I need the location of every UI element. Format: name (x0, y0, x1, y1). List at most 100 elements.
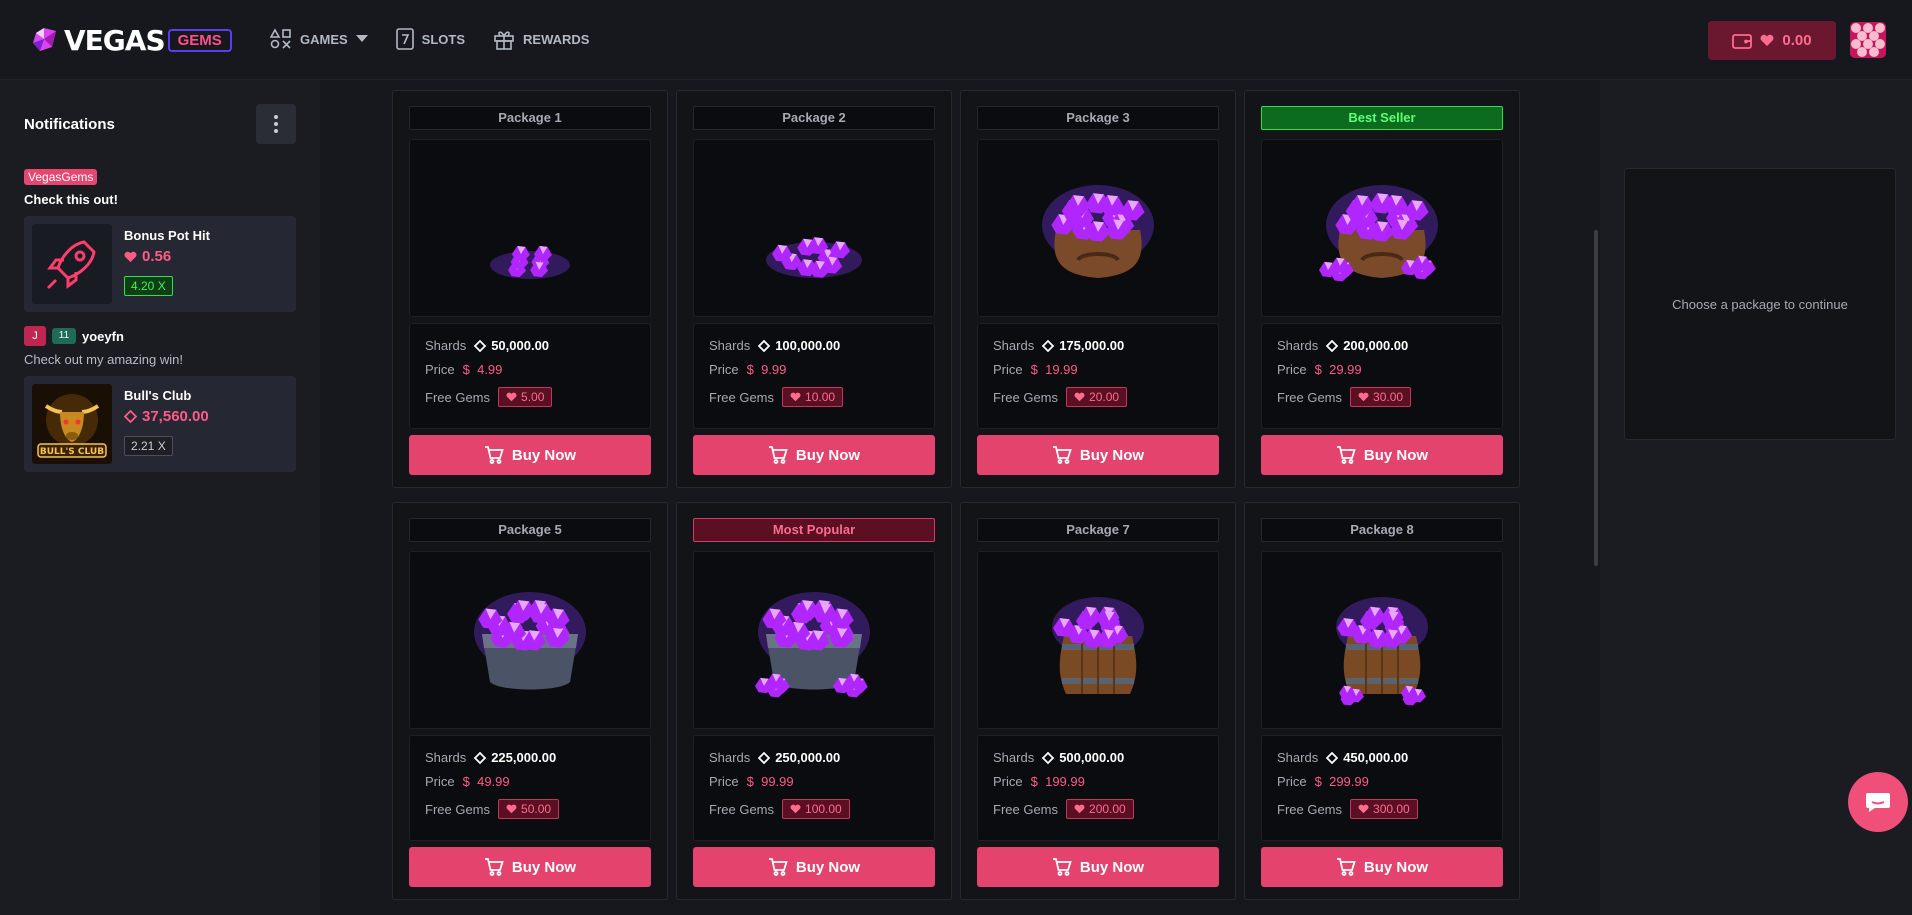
notification-card-bulls-club[interactable]: BULL'S CLUB Bull's Club 37,560.00 2.21 X (24, 376, 296, 472)
package-card[interactable]: Package 3 Shards 175,000.00 Price $ 19.9… (960, 90, 1236, 488)
live-chat-button[interactable] (1848, 772, 1908, 832)
shard-diamond-icon (758, 751, 771, 764)
free-gems-label: Free Gems (709, 389, 775, 405)
price-value: $ 29.99 (1315, 362, 1362, 377)
price-label: Price (1277, 774, 1307, 789)
free-gems-amount: 300.00 (1373, 802, 1410, 816)
package-card[interactable]: Package 7 Shards 500,000.00 Price $ 199.… (960, 502, 1236, 900)
package-card[interactable]: Best Seller Shards 200,000.00 Price $ 29… (1244, 90, 1520, 488)
wallet-icon (1732, 33, 1753, 49)
shards-amount: 200,000.00 (1343, 338, 1409, 353)
buy-now-label: Buy Now (795, 858, 861, 876)
main-nav: GAMES SLOTS REWARDS (270, 28, 589, 50)
user-avatar[interactable] (1850, 22, 1886, 58)
nav-rewards-label: REWARDS (523, 31, 590, 47)
price-amount: 4.99 (477, 362, 503, 377)
currency-symbol: $ (462, 362, 470, 377)
free-gems-row: Free Gems 300.00 (1277, 799, 1418, 819)
buy-now-button[interactable]: Buy Now (693, 435, 935, 475)
nav-rewards[interactable]: REWARDS (493, 28, 589, 50)
buy-now-button[interactable]: Buy Now (409, 435, 651, 475)
package-art (693, 551, 935, 729)
heart-gem-icon (124, 251, 137, 262)
vegas-gems-logo[interactable]: VEGAS GEMS (30, 22, 232, 58)
package-card[interactable]: Package 5 Shards 225,000.00 Price $ 49.9… (392, 502, 668, 900)
buy-now-label: Buy Now (1363, 446, 1429, 464)
shards-value: 250,000.00 (758, 750, 840, 765)
price-row: Price $ 9.99 (709, 362, 786, 377)
shards-amount: 225,000.00 (491, 750, 557, 765)
notification-game-title: Bonus Pot Hit (124, 228, 210, 243)
shards-value: 50,000.00 (474, 338, 549, 353)
wallet-balance: 0.00 (1782, 32, 1812, 49)
package-card[interactable]: Most Popular Shards 250,000.00 Price $ 9… (676, 502, 952, 900)
buy-now-label: Buy Now (1079, 446, 1145, 464)
buy-now-button[interactable]: Buy Now (1261, 435, 1503, 475)
free-gems-amount: 5.00 (521, 390, 545, 404)
price-row: Price $ 99.99 (709, 774, 794, 789)
price-value: $ 299.99 (1315, 774, 1369, 789)
shard-diamond-icon (1326, 339, 1339, 352)
nav-games[interactable]: GAMES (270, 28, 368, 50)
shards-row: Shards 175,000.00 (993, 338, 1124, 353)
user-level-badge: 11 (52, 328, 76, 344)
shards-row: Shards 100,000.00 (709, 338, 840, 353)
package-art (409, 139, 651, 317)
shards-row: Shards 450,000.00 (1277, 750, 1408, 765)
notifications-menu-button[interactable] (256, 104, 296, 144)
nav-slots[interactable]: SLOTS (395, 28, 465, 50)
shards-label: Shards (709, 338, 751, 353)
notifications-sidebar: Notifications VegasGems Check this out! … (0, 80, 320, 915)
shards-value: 200,000.00 (1326, 338, 1408, 353)
price-label: Price (709, 362, 739, 377)
package-details: Shards 250,000.00 Price $ 99.99 Free Gem… (693, 735, 935, 841)
heart-gem-icon (1358, 392, 1369, 402)
price-value: $ 4.99 (463, 362, 503, 377)
currency-symbol: $ (1030, 362, 1038, 377)
price-row: Price $ 29.99 (1277, 362, 1362, 377)
package-card[interactable]: Package 2 Shards 100,000.00 Price $ 9.99… (676, 90, 952, 488)
heart-gem-icon (790, 392, 801, 402)
shards-amount: 250,000.00 (775, 750, 841, 765)
package-title: Most Popular (693, 518, 935, 542)
package-card[interactable]: Package 1 Shards 50,000.00 Price $ 4.99 … (392, 90, 668, 488)
free-gems-label: Free Gems (1277, 389, 1343, 405)
notification-message: Check this out! (24, 192, 118, 207)
buy-now-label: Buy Now (511, 446, 577, 464)
free-gems-amount: 30.00 (1373, 390, 1404, 404)
notification-card-bonus-pot[interactable]: Bonus Pot Hit 0.56 4.20 X (24, 216, 296, 312)
free-gems-label: Free Gems (993, 389, 1059, 405)
free-gems-badge: 30.00 (1350, 387, 1412, 407)
username[interactable]: yoeyfn (82, 329, 124, 344)
price-row: Price $ 199.99 (993, 774, 1085, 789)
buy-now-button[interactable]: Buy Now (1261, 847, 1503, 887)
wallet-balance-button[interactable]: 0.00 (1708, 21, 1836, 60)
free-gems-badge: 50.00 (498, 799, 560, 819)
package-card[interactable]: Package 8 Shards 450,000.00 Price $ 299.… (1244, 502, 1520, 900)
buy-now-button[interactable]: Buy Now (977, 847, 1219, 887)
shards-value: 500,000.00 (1042, 750, 1124, 765)
package-art (693, 139, 935, 317)
package-details: Shards 450,000.00 Price $ 299.99 Free Ge… (1261, 735, 1503, 841)
heart-gem-icon (1074, 392, 1085, 402)
shard-diamond-icon (474, 339, 487, 352)
price-amount: 199.99 (1045, 774, 1085, 789)
shards-amount: 175,000.00 (1059, 338, 1125, 353)
notification-game-title: Bull's Club (124, 388, 192, 403)
shard-diamond-icon (1326, 751, 1339, 764)
buy-now-button[interactable]: Buy Now (977, 435, 1219, 475)
buy-now-button[interactable]: Buy Now (409, 847, 651, 887)
free-gems-amount: 200.00 (1089, 802, 1126, 816)
free-gems-label: Free Gems (425, 389, 491, 405)
cart-icon (484, 858, 504, 876)
bulls-club-thumbnail: BULL'S CLUB (32, 384, 112, 464)
package-details: Shards 50,000.00 Price $ 4.99 Free Gems … (409, 323, 651, 429)
free-gems-row: Free Gems 10.00 (709, 387, 844, 407)
shards-value: 225,000.00 (474, 750, 556, 765)
buy-now-label: Buy Now (1363, 858, 1429, 876)
store-scrollbar[interactable] (1594, 230, 1598, 566)
shards-value: 175,000.00 (1042, 338, 1124, 353)
currency-symbol: $ (1314, 774, 1322, 789)
buy-now-button[interactable]: Buy Now (693, 847, 935, 887)
slots-icon (395, 28, 414, 50)
